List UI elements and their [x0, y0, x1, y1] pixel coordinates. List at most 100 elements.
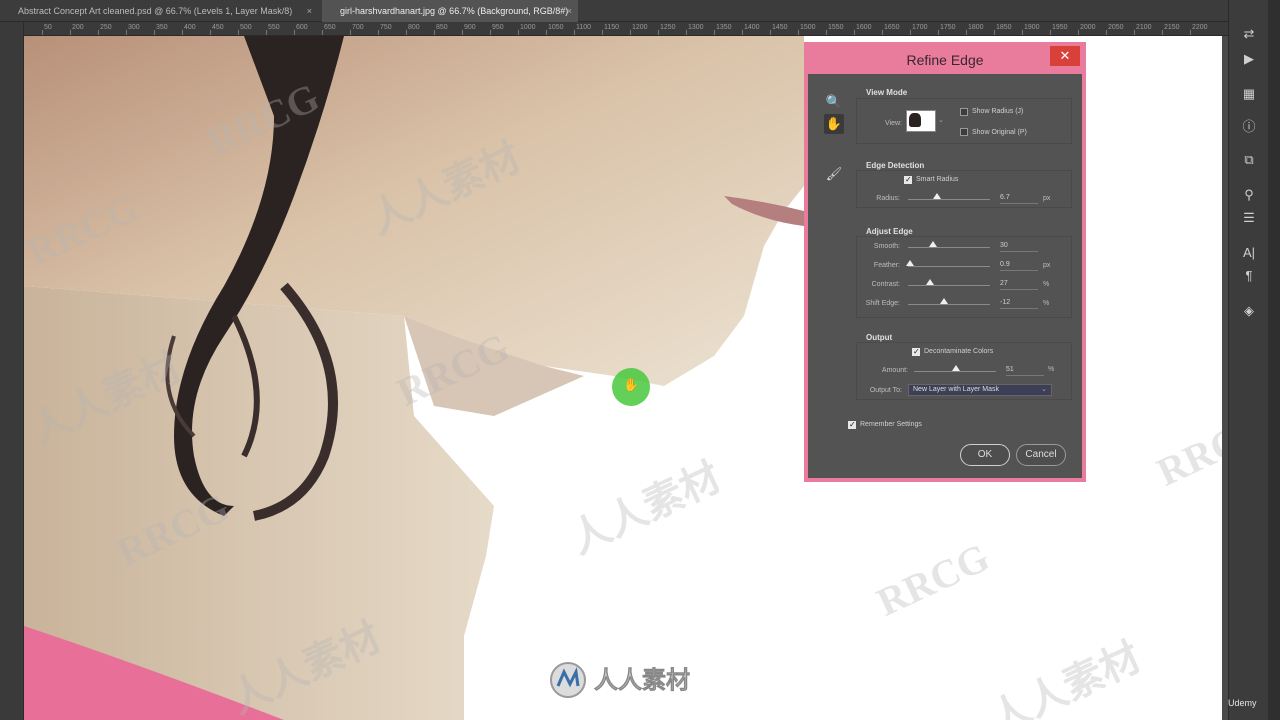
- contrast-label: Contrast:: [871, 281, 900, 288]
- ruler-tick-label: 1400: [744, 24, 760, 31]
- ruler-tick: [518, 30, 519, 35]
- info-icon[interactable]: ⓘ: [1239, 117, 1259, 137]
- ruler-tick-label: 1200: [632, 24, 648, 31]
- tab-abstract-concept-art[interactable]: Abstract Concept Art cleaned.psd @ 66.7%…: [0, 0, 318, 22]
- ruler-tick: [98, 30, 99, 35]
- clone-source-icon[interactable]: ⧉: [1239, 150, 1259, 170]
- ruler-tick-label: 2000: [1080, 24, 1096, 31]
- actions-play-icon[interactable]: ▶: [1239, 49, 1259, 69]
- show-original-checkbox[interactable]: [960, 128, 968, 136]
- output-heading: Output: [866, 333, 893, 342]
- ruler-tick-label: 700: [352, 24, 364, 31]
- tab-girl-harshvardhanart[interactable]: girl-harshvardhanart.jpg @ 66.7% (Backgr…: [322, 0, 578, 22]
- ruler-tick: [546, 30, 547, 35]
- rrcg-logo-icon: 人人素材: [550, 662, 690, 698]
- amount-label: Amount:: [881, 367, 908, 374]
- shift-edge-slider-thumb[interactable]: [940, 298, 949, 304]
- contrast-value[interactable]: 27: [1000, 280, 1038, 290]
- feather-value[interactable]: 0.9: [1000, 261, 1038, 271]
- ruler-tick-label: 200: [72, 24, 84, 31]
- horizontal-ruler: 50 200 250 300 350 400 450 500 550 600 650 700 750 80…: [24, 22, 1228, 36]
- close-button[interactable]: ✕: [1050, 46, 1080, 66]
- ruler-tick: [294, 30, 295, 35]
- smooth-value[interactable]: 30: [1000, 242, 1038, 252]
- vertical-ruler: [0, 22, 24, 720]
- amount-slider-thumb[interactable]: [951, 365, 960, 371]
- hand-tool-icon[interactable]: ✋: [824, 114, 844, 134]
- close-tab-icon[interactable]: ×: [307, 0, 312, 22]
- properties-icon[interactable]: ☰: [1239, 208, 1259, 228]
- edge-detection-group: [856, 170, 1072, 208]
- ruler-tick-label: 1800: [968, 24, 984, 31]
- dialog-title: Refine Edge: [906, 52, 984, 68]
- ruler-tick: [1190, 30, 1191, 35]
- ruler-tick-label: 1650: [884, 24, 900, 31]
- edge-detection-heading: Edge Detection: [866, 161, 925, 170]
- feather-slider-thumb[interactable]: [906, 260, 915, 266]
- ruler-tick: [154, 30, 155, 35]
- paragraph-icon[interactable]: ¶: [1239, 266, 1259, 286]
- ruler-tick: [742, 30, 743, 35]
- smooth-slider-track[interactable]: [908, 247, 990, 248]
- close-tab-icon[interactable]: ×: [567, 0, 572, 22]
- contrast-unit: %: [1043, 281, 1050, 288]
- radius-label: Radius:: [876, 195, 900, 202]
- view-dropdown-chevron-icon[interactable]: ⌄: [938, 116, 944, 124]
- decontaminate-colors-checkbox[interactable]: [912, 347, 920, 356]
- radius-value[interactable]: 6.7: [1000, 194, 1038, 204]
- ruler-tick-label: 1550: [828, 24, 844, 31]
- history-icon[interactable]: ⇄: [1239, 24, 1259, 44]
- show-radius-checkbox[interactable]: [960, 108, 968, 116]
- shift-edge-unit: %: [1043, 300, 1050, 307]
- remember-settings-checkbox[interactable]: [848, 420, 856, 429]
- cancel-button[interactable]: Cancel: [1016, 444, 1066, 466]
- ruler-tick: [770, 30, 771, 35]
- smooth-slider-thumb[interactable]: [928, 241, 937, 247]
- shift-edge-label: Shift Edge:: [865, 300, 900, 307]
- 3d-icon[interactable]: ◈: [1239, 301, 1259, 321]
- shift-edge-slider-track[interactable]: [908, 304, 990, 305]
- amount-slider-track[interactable]: [914, 371, 996, 372]
- remember-settings-label: Remember Settings: [860, 421, 922, 428]
- zoom-tool-icon[interactable]: 🔍: [824, 92, 844, 112]
- output-to-select[interactable]: New Layer with Layer Mask ⌄: [908, 384, 1052, 396]
- ruler-tick: [1022, 30, 1023, 35]
- tab-title: girl-harshvardhanart.jpg @ 66.7% (Backgr…: [340, 6, 569, 16]
- feather-slider-track[interactable]: [908, 266, 990, 267]
- contrast-slider-thumb[interactable]: [926, 279, 935, 285]
- radius-slider-track[interactable]: [908, 199, 990, 200]
- ok-button[interactable]: OK: [960, 444, 1010, 466]
- ruler-tick-label: 1300: [688, 24, 704, 31]
- ruler-tick-label: 2150: [1164, 24, 1180, 31]
- brush-presets-icon[interactable]: ⚲: [1239, 185, 1259, 205]
- radius-unit: px: [1043, 195, 1051, 202]
- ruler-tick-label: 2200: [1192, 24, 1208, 31]
- ruler-tick-label: 1350: [716, 24, 732, 31]
- ruler-tick-label: 1450: [772, 24, 788, 31]
- contrast-slider-track[interactable]: [908, 285, 990, 286]
- view-mode-heading: View Mode: [866, 88, 908, 97]
- radius-slider-thumb[interactable]: [932, 193, 941, 199]
- ruler-tick: [350, 30, 351, 35]
- smart-radius-checkbox[interactable]: [904, 175, 912, 184]
- ruler-tick: [658, 30, 659, 35]
- ruler-tick-label: 850: [436, 24, 448, 31]
- ruler-tick: [70, 30, 71, 35]
- refine-radius-brush-icon[interactable]: 🖌: [824, 164, 844, 184]
- view-label: View:: [885, 120, 902, 127]
- amount-value[interactable]: 51: [1006, 366, 1044, 376]
- ruler-tick-label: 1700: [912, 24, 928, 31]
- adjust-edge-heading: Adjust Edge: [866, 227, 913, 236]
- chevron-down-icon: ⌄: [1041, 386, 1047, 393]
- histogram-icon[interactable]: ▦: [1239, 84, 1259, 104]
- ruler-tick-label: 50: [44, 24, 52, 31]
- ruler-tick-label: 2100: [1136, 24, 1152, 31]
- view-thumbnail[interactable]: [906, 110, 936, 132]
- ruler-tick: [854, 30, 855, 35]
- ruler-tick-label: 500: [240, 24, 252, 31]
- ruler-tick: [1050, 30, 1051, 35]
- shift-edge-value[interactable]: -12: [1000, 299, 1038, 309]
- character-icon[interactable]: A|: [1239, 243, 1259, 263]
- dialog-titlebar[interactable]: Refine Edge ✕: [808, 46, 1082, 74]
- ruler-tick-label: 550: [268, 24, 280, 31]
